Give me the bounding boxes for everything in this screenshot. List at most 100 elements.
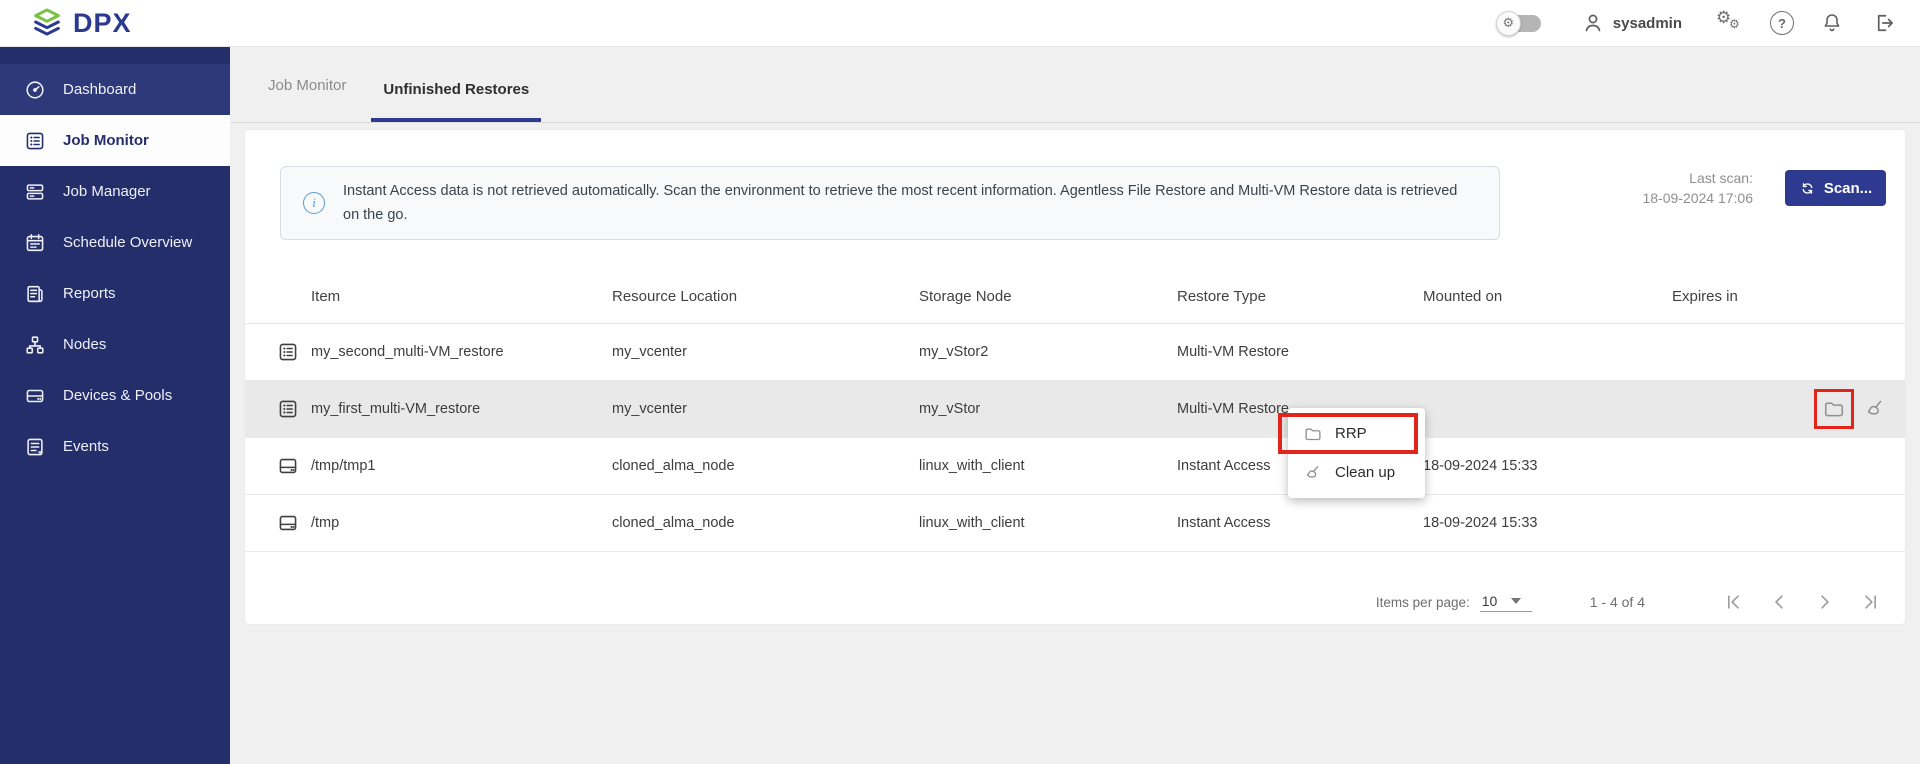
col-item: Item [311,288,612,305]
tab-bar: Job Monitor Unfinished Restores [230,47,1920,123]
cell-resource-location: my_vcenter [612,401,919,417]
table-row[interactable]: my_second_multi-VM_restore my_vcenter my… [245,324,1905,381]
table-header: Item Resource Location Storage Node Rest… [245,270,1905,324]
username: sysadmin [1613,15,1682,32]
main-content: Job Monitor Unfinished Restores i Instan… [230,47,1920,764]
last-page-button[interactable] [1861,592,1881,612]
cell-storage-node: linux_with_client [919,515,1177,531]
row-actions [1814,389,1887,429]
pagination: Items per page: 10 1 - 4 of 4 [1376,580,1881,624]
annotation-box-folder [1814,389,1854,429]
menu-item-rrp[interactable]: RRP [1288,414,1425,453]
last-scan-label: Last scan: [1642,168,1753,188]
report-icon [24,283,46,305]
user-icon [1581,11,1605,35]
devices-icon [24,385,46,407]
col-mounted-on: Mounted on [1423,288,1672,305]
multi-vm-icon [277,341,299,363]
calendar-icon [24,232,46,254]
menu-item-label: RRP [1335,425,1367,442]
col-storage-node: Storage Node [919,288,1177,305]
chevron-down-icon [1511,598,1521,604]
sidebar-item-reports[interactable]: Reports [0,268,230,319]
theme-gear-toggle[interactable]: ⚙ [1499,15,1541,32]
table-row[interactable]: my_first_multi-VM_restore my_vcenter my_… [245,381,1905,438]
menu-item-label: Clean up [1335,464,1395,481]
list-icon [24,130,46,152]
sidebar-item-label: Events [63,438,109,455]
col-restore-type: Restore Type [1177,288,1423,305]
cell-mounted-on: 18-09-2024 15:33 [1423,458,1672,474]
system-settings-icon[interactable]: ⚙ ⚙ [1716,10,1746,36]
nodes-icon [24,334,46,356]
cell-storage-node: my_vStor2 [919,344,1177,360]
cell-resource-location: my_vcenter [612,344,919,360]
items-per-page-select[interactable]: 10 [1480,593,1532,612]
scan-button[interactable]: Scan... [1785,170,1886,206]
previous-page-button[interactable] [1769,592,1789,612]
table-row[interactable]: /tmp cloned_alma_node linux_with_client … [245,495,1905,552]
sidebar: Dashboard Job Monitor Job Manager Schedu… [0,47,230,764]
scan-button-label: Scan... [1824,180,1872,197]
cell-storage-node: linux_with_client [919,458,1177,474]
sidebar-item-label: Devices & Pools [63,387,172,404]
table-row[interactable]: /tmp/tmp1 cloned_alma_node linux_with_cl… [245,438,1905,495]
items-per-page-label: Items per page: [1376,595,1470,610]
sidebar-item-schedule-overview[interactable]: Schedule Overview [0,217,230,268]
sidebar-item-nodes[interactable]: Nodes [0,319,230,370]
cell-restore-type: Multi-VM Restore [1177,344,1423,360]
topbar: DPX ⚙ sysadmin ⚙ ⚙ ? [0,0,1920,47]
gauge-icon [24,79,46,101]
logo-text: DPX [73,8,132,39]
logo-stack-icon [30,6,64,40]
tab-unfinished-restores[interactable]: Unfinished Restores [371,81,541,122]
col-resource-location: Resource Location [612,288,919,305]
sidebar-item-label: Reports [63,285,116,302]
cleanup-broom-icon[interactable] [1863,397,1887,421]
sidebar-item-job-manager[interactable]: Job Manager [0,166,230,217]
sidebar-item-label: Dashboard [63,81,136,98]
info-banner-text: Instant Access data is not retrieved aut… [343,179,1469,227]
cell-restore-type: Instant Access [1177,515,1423,531]
logout-icon[interactable] [1872,11,1896,35]
sidebar-item-label: Job Monitor [63,132,149,149]
cell-item: my_second_multi-VM_restore [311,344,612,360]
cell-mounted-on: 18-09-2024 15:33 [1423,515,1672,531]
cell-item: my_first_multi-VM_restore [311,401,612,417]
multi-vm-icon [277,398,299,420]
notifications-bell-icon[interactable] [1820,11,1844,35]
help-icon[interactable]: ? [1770,11,1794,35]
sidebar-item-devices-pools[interactable]: Devices & Pools [0,370,230,421]
cell-item: /tmp/tmp1 [311,458,612,474]
disk-icon [277,455,299,477]
cell-resource-location: cloned_alma_node [612,458,919,474]
cell-storage-node: my_vStor [919,401,1177,417]
page-range: 1 - 4 of 4 [1590,594,1645,610]
sidebar-item-label: Nodes [63,336,106,353]
sidebar-item-label: Job Manager [63,183,151,200]
app-logo[interactable]: DPX [30,6,132,40]
row-context-menu: RRP Clean up [1288,408,1425,498]
info-icon: i [303,192,325,214]
unfinished-restores-panel: i Instant Access data is not retrieved a… [245,130,1905,624]
tab-job-monitor[interactable]: Job Monitor [256,77,358,122]
events-icon [24,436,46,458]
cell-resource-location: cloned_alma_node [612,515,919,531]
first-page-button[interactable] [1723,592,1743,612]
col-expires-in: Expires in [1672,288,1905,305]
broom-icon [1303,463,1323,483]
menu-item-clean-up[interactable]: Clean up [1288,453,1425,492]
rows-icon [24,181,46,203]
user-menu[interactable]: sysadmin [1581,11,1682,35]
sidebar-item-dashboard[interactable]: Dashboard [0,64,230,115]
sidebar-item-label: Schedule Overview [63,234,192,251]
last-scan: Last scan: 18-09-2024 17:06 [1642,168,1753,208]
sidebar-item-events[interactable]: Events [0,421,230,472]
folder-action-icon[interactable] [1822,397,1846,421]
disk-icon [277,512,299,534]
next-page-button[interactable] [1815,592,1835,612]
sidebar-item-job-monitor[interactable]: Job Monitor [0,115,230,166]
last-scan-time: 18-09-2024 17:06 [1642,188,1753,208]
cell-item: /tmp [311,515,612,531]
refresh-icon [1799,180,1816,197]
